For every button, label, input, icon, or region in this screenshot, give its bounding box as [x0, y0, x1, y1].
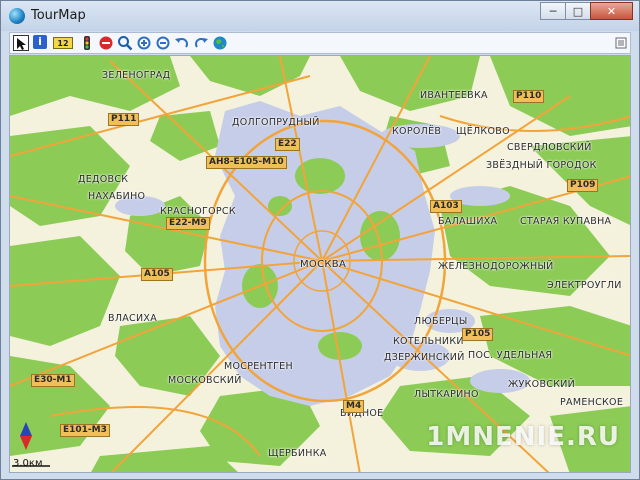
city-label: РАМЕНСКОЕ [560, 397, 624, 408]
road-badge: Р110 [513, 90, 545, 103]
road-badge: Р111 [108, 113, 140, 126]
road-badge: М4 [343, 400, 365, 413]
menu-button[interactable] [613, 35, 629, 51]
city-label: БАЛАШИХА [438, 216, 498, 227]
zoom-in-icon [137, 36, 151, 50]
info-tool-button[interactable]: i [33, 35, 49, 51]
globe-icon [213, 36, 227, 50]
window-controls: ─ □ ✕ [540, 2, 633, 20]
city-label: КОТЕЛЬНИКИ [393, 336, 464, 347]
zoom-in-button[interactable] [136, 35, 152, 51]
road-badge: Р105 [462, 328, 494, 341]
traffic-light-icon [84, 36, 90, 50]
city-label: НАХАБИНО [88, 191, 146, 202]
pointer-tool-button[interactable] [13, 35, 29, 51]
city-label: КОРОЛЁВ [392, 126, 442, 137]
scale-label: 3.0км [13, 458, 43, 469]
map-view[interactable]: ЗЕЛЕНОГРАД ДОЛГОПРУДНЫЙ ДЕДОВСК НАХАБИНО… [9, 55, 631, 473]
city-label: СТАРАЯ КУПАВНА [520, 216, 612, 227]
road-badge: А105 [141, 268, 173, 281]
zoom-out-icon [156, 36, 170, 50]
globe-app-icon [9, 8, 25, 24]
city-label: ИВАНТЕЕВКА [420, 90, 488, 101]
road-badge: А103 [430, 200, 462, 213]
stop-icon [99, 36, 113, 50]
search-button[interactable] [117, 35, 133, 51]
city-label: ЖЕЛЕЗНОДОРОЖНЫЙ [438, 261, 554, 272]
city-label: ЛЮБЕРЦЫ [414, 316, 468, 327]
city-label: ЗВЁЗДНЫЙ ГОРОДОК [486, 160, 597, 171]
menu-icon [615, 37, 627, 49]
road-badge: Е22 [275, 138, 300, 151]
city-label: ВЛАСИХА [108, 313, 158, 324]
window-title: TourMap [31, 8, 86, 23]
watermark-text: 1MNENIE.RU [426, 422, 620, 452]
minimize-icon: ─ [549, 4, 557, 18]
label-tool-icon: 12 [53, 37, 73, 49]
toolbar: i 12 [9, 32, 631, 54]
city-label: ДЕДОВСК [78, 174, 129, 185]
city-label: ПОС. УДЕЛЬНАЯ [468, 350, 553, 361]
city-label: ЖУКОВСКИЙ [508, 379, 576, 390]
city-label: МОСРЕНТГЕН [224, 361, 293, 372]
maximize-icon: □ [572, 4, 584, 18]
road-badge: Р109 [567, 179, 599, 192]
label-tool-button[interactable]: 12 [53, 35, 75, 51]
city-label-moscow: МОСКВА [300, 259, 347, 270]
redo-button[interactable] [193, 35, 209, 51]
search-icon [118, 36, 133, 51]
globe-button[interactable] [212, 35, 228, 51]
title-bar[interactable]: TourMap ─ □ ✕ [1, 1, 639, 31]
info-tool-icon: i [33, 35, 47, 49]
city-label: ЩЁЛКОВО [456, 126, 510, 137]
stop-button[interactable] [98, 35, 114, 51]
pointer-tool-icon [17, 38, 26, 50]
undo-icon [175, 38, 188, 48]
city-label: ДОЛГОПРУДНЫЙ [232, 117, 320, 128]
road-badge: Е101-М3 [60, 424, 110, 437]
close-button[interactable]: ✕ [590, 2, 633, 20]
city-label: ЛЫТКАРИНО [414, 389, 479, 400]
city-label: СВЕРДЛОВСКИЙ [507, 142, 592, 153]
undo-button[interactable] [174, 35, 190, 51]
city-label: ЩЕРБИНКА [268, 448, 327, 459]
zoom-out-button[interactable] [155, 35, 171, 51]
city-label: ЭЛЕКТРОУГЛИ [547, 280, 622, 291]
road-badge: Е22-М9 [166, 217, 210, 230]
road-badge: Е30-М1 [31, 374, 75, 387]
maximize-button[interactable]: □ [565, 2, 591, 20]
city-label: ДЗЕРЖИНСКИЙ [384, 352, 465, 363]
city-label: МОСКОВСКИЙ [168, 375, 242, 386]
redo-icon [195, 38, 208, 48]
app-window: TourMap ─ □ ✕ i 12 ЗЕЛЕНОГРАД ДОЛГОПРУДН… [0, 0, 640, 480]
close-icon: ✕ [606, 4, 617, 18]
traffic-button[interactable] [79, 35, 95, 51]
city-label: ЗЕЛЕНОГРАД [102, 70, 171, 81]
city-label: КРАСНОГОРСК [160, 206, 236, 217]
minimize-button[interactable]: ─ [540, 2, 566, 20]
road-badge: АН8-Е105-М10 [206, 156, 287, 169]
